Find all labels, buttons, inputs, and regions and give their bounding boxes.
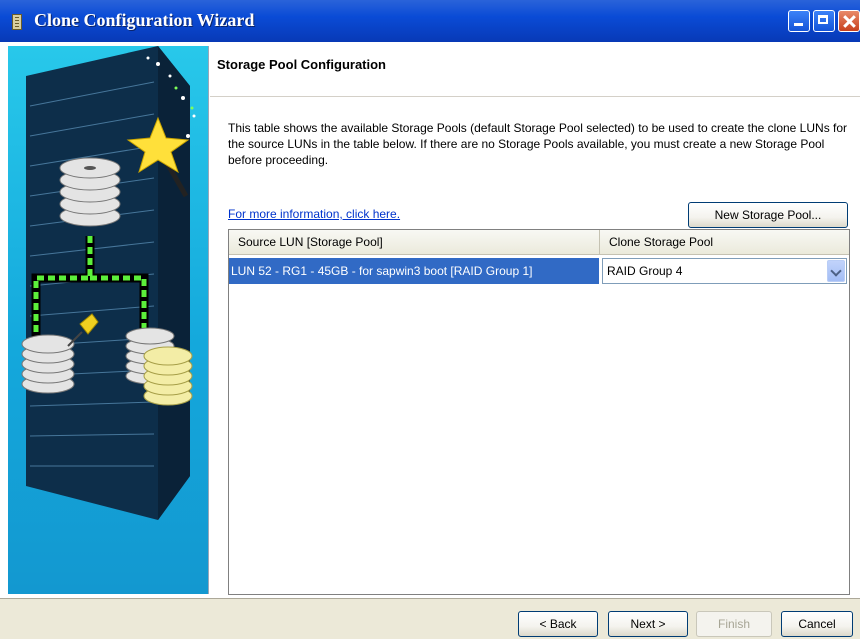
cancel-button[interactable]: Cancel: [781, 611, 853, 637]
more-info-link[interactable]: For more information, click here.: [228, 207, 400, 221]
wizard-illustration: [8, 46, 209, 594]
page-description: This table shows the available Storage P…: [228, 121, 848, 167]
page-header: Storage Pool Configuration: [210, 42, 860, 97]
next-button[interactable]: Next >: [608, 611, 688, 637]
wizard-content: Storage Pool Configuration This table sh…: [0, 42, 860, 598]
finish-button[interactable]: Finish: [696, 611, 772, 637]
table-header: Source LUN [Storage Pool] Clone Storage …: [229, 230, 849, 255]
column-header-source-lun[interactable]: Source LUN [Storage Pool]: [229, 230, 600, 254]
storage-wizard-art: [21, 46, 196, 520]
app-icon: [12, 14, 22, 30]
wizard-page: Storage Pool Configuration This table sh…: [210, 42, 860, 598]
close-button[interactable]: [838, 10, 860, 32]
table-row[interactable]: LUN 52 - RG1 - 45GB - for sapwin3 boot […: [229, 255, 849, 287]
wizard-button-bar: < Back Next > Finish Cancel: [0, 598, 860, 639]
window-title: Clone Configuration Wizard: [34, 10, 255, 30]
new-storage-pool-button[interactable]: New Storage Pool...: [688, 202, 848, 228]
chevron-down-icon[interactable]: [827, 260, 845, 282]
title-bar[interactable]: Clone Configuration Wizard: [0, 0, 860, 43]
page-title: Storage Pool Configuration: [217, 57, 386, 72]
wizard-window: Clone Configuration Wizard Storage Pool …: [0, 0, 860, 639]
source-lun-cell[interactable]: LUN 52 - RG1 - 45GB - for sapwin3 boot […: [229, 258, 599, 284]
minimize-button[interactable]: [788, 10, 810, 32]
column-header-clone-pool[interactable]: Clone Storage Pool: [600, 230, 849, 254]
clone-pool-dropdown[interactable]: RAID Group 4: [602, 258, 847, 284]
back-button[interactable]: < Back: [518, 611, 598, 637]
storage-pool-table: Source LUN [Storage Pool] Clone Storage …: [228, 229, 850, 595]
clone-pool-value: RAID Group 4: [607, 264, 683, 278]
maximize-button[interactable]: [813, 10, 835, 32]
